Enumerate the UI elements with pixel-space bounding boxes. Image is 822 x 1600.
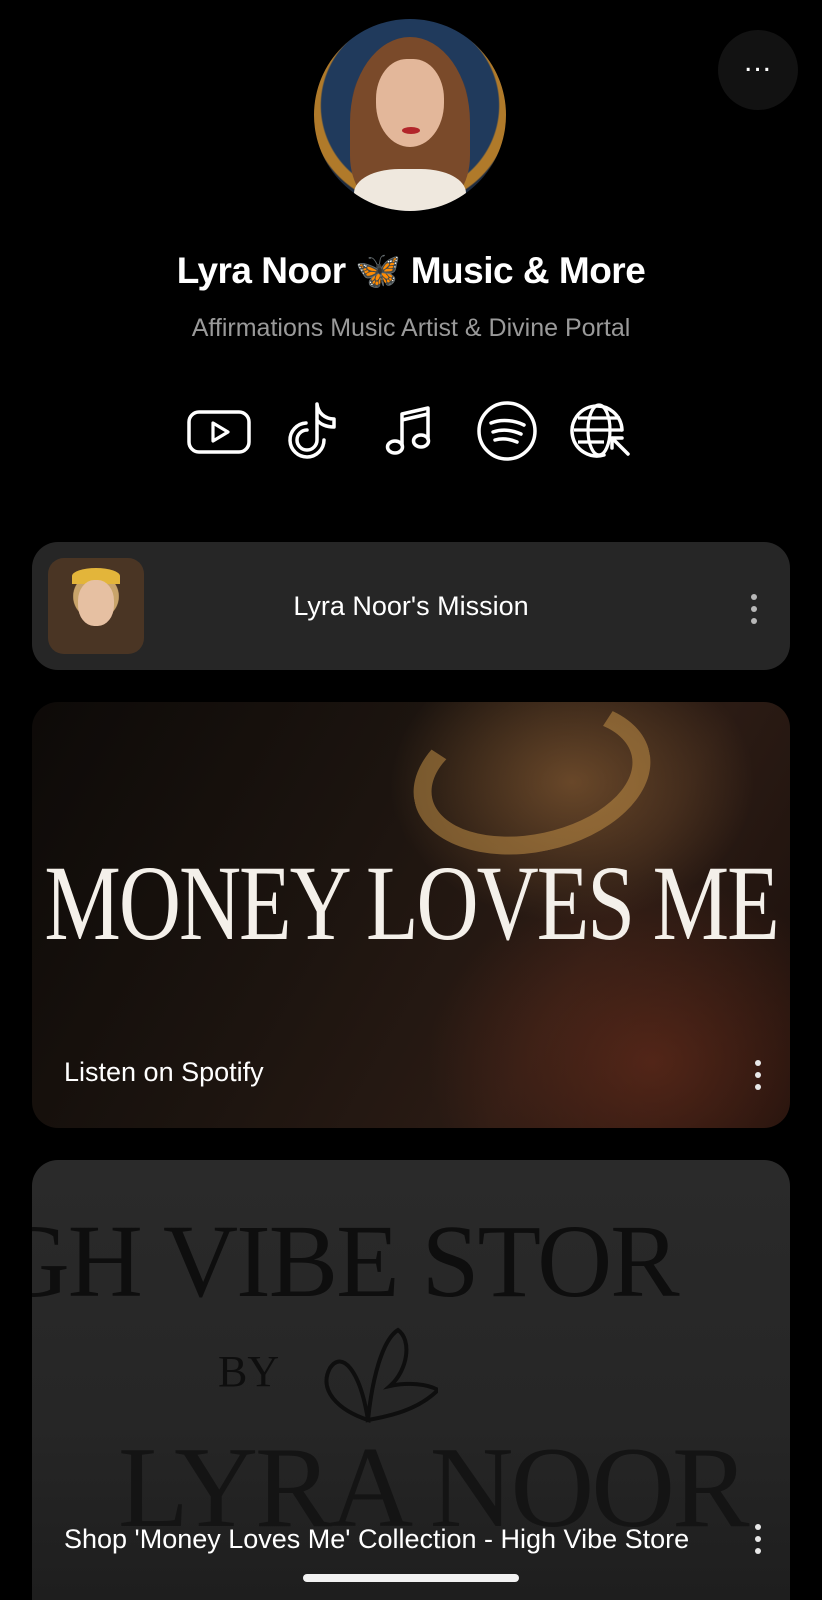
more-options-button[interactable]: ...	[718, 30, 798, 110]
link-label: Listen on Spotify	[64, 1057, 264, 1087]
tiktok-icon[interactable]	[282, 400, 348, 462]
social-icons-row	[186, 400, 636, 462]
mission-thumbnail	[48, 558, 144, 654]
youtube-icon[interactable]	[186, 400, 252, 462]
profile-name: Lyra Noor 🦋 Music & More	[176, 250, 646, 291]
music-note-icon[interactable]	[378, 400, 444, 462]
spotify-icon[interactable]	[474, 400, 540, 462]
website-globe-icon[interactable]	[570, 400, 636, 462]
mission-options-button[interactable]	[744, 594, 764, 624]
cover-art-title: MONEY LOVES ME	[44, 842, 779, 963]
link-card-store[interactable]: IGH VIBE STOR BY LYRA NOOR Shop 'Money L…	[32, 1160, 790, 1600]
home-indicator[interactable]	[303, 1574, 519, 1582]
profile-bio: Affirmations Music Artist & Divine Porta…	[191, 314, 631, 342]
store-image-line1: IGH VIBE STOR	[32, 1204, 680, 1319]
profile-avatar	[314, 19, 506, 211]
store-options-button[interactable]	[748, 1524, 768, 1554]
store-image-line2: BY	[218, 1347, 280, 1396]
link-label: Shop 'Money Loves Me' Collection - High …	[64, 1524, 690, 1554]
more-options-label: ...	[743, 45, 772, 78]
spotify-options-button[interactable]	[748, 1060, 768, 1090]
link-card-mission[interactable]: Lyra Noor's Mission	[32, 542, 790, 670]
link-card-spotify[interactable]: MONEY LOVES ME Listen on Spotify	[32, 702, 790, 1128]
link-label: Lyra Noor's Mission	[293, 590, 529, 621]
